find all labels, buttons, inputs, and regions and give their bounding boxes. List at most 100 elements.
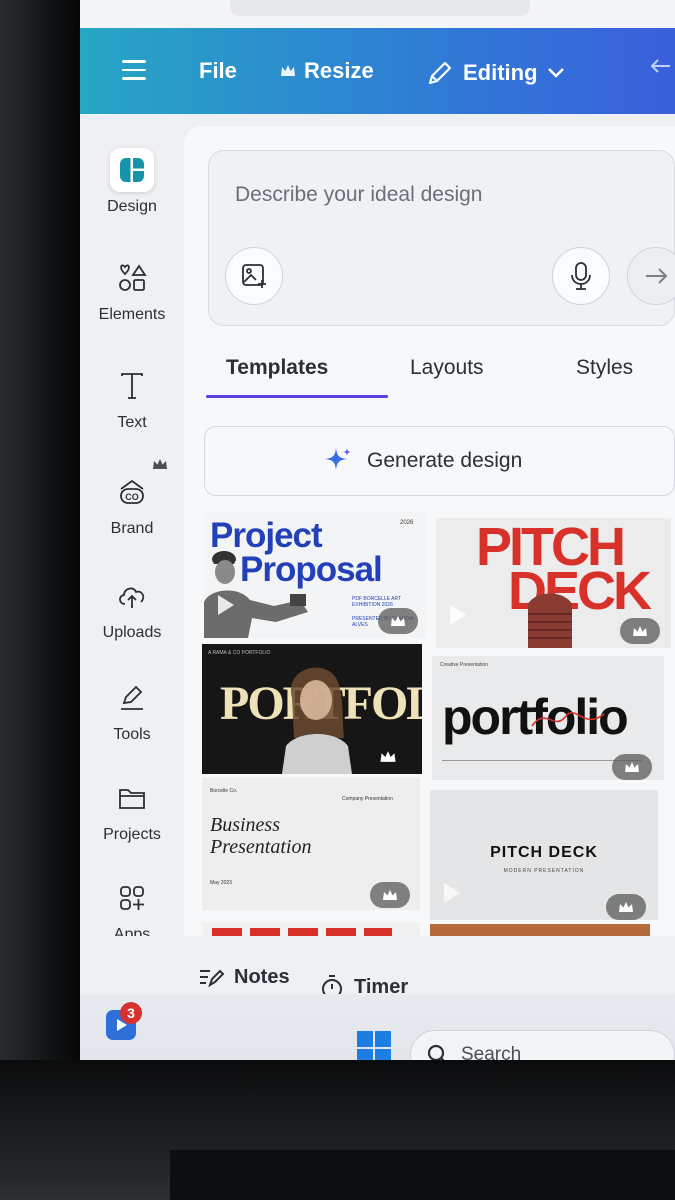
design-prompt-box[interactable]: Describe your ideal design bbox=[208, 150, 675, 326]
apps-grid-icon bbox=[110, 876, 154, 920]
template-year: 2026 bbox=[400, 520, 414, 526]
notes-icon bbox=[200, 969, 224, 987]
template-subtitle: PDF BORCELLE ART EXHIBITION 2026 bbox=[352, 596, 401, 608]
editor-bottom-bar: Notes Timer bbox=[80, 936, 675, 999]
template-card-partial[interactable] bbox=[430, 924, 650, 936]
template-photo-building bbox=[528, 593, 572, 648]
microphone-button[interactable] bbox=[552, 247, 610, 305]
image-add-icon bbox=[242, 264, 266, 288]
generate-design-label: Generate design bbox=[367, 449, 523, 472]
text-icon bbox=[110, 364, 154, 408]
sidebar-item-design[interactable]: Design bbox=[80, 148, 184, 216]
panel-tabs: Templates Layouts Styles bbox=[204, 346, 675, 406]
template-title: PITCH DECK bbox=[490, 844, 598, 861]
premium-badge bbox=[606, 894, 646, 920]
sidebar-item-label: Elements bbox=[98, 306, 166, 323]
template-card-pitch-deck-modern[interactable]: PITCH DECK MODERN PRESENTATION bbox=[430, 790, 658, 920]
editing-label: Editing bbox=[463, 60, 538, 85]
template-top-label: Company Presentation bbox=[342, 796, 393, 802]
sidebar-item-apps[interactable]: Apps bbox=[80, 876, 184, 944]
premium-badge bbox=[378, 608, 418, 634]
sidebar-item-label: Design bbox=[107, 198, 157, 215]
template-top-label: Creative Presentation bbox=[440, 662, 489, 668]
resize-button[interactable]: Resize bbox=[280, 58, 374, 84]
template-date: May 2023 bbox=[210, 880, 232, 886]
sidebar-item-label: Uploads bbox=[102, 624, 162, 641]
sidebar-item-elements[interactable]: Elements bbox=[80, 256, 184, 324]
template-card-project-proposal[interactable]: Project Proposal 2026 PDF BORCELLE ART E… bbox=[204, 512, 426, 638]
microphone-icon bbox=[571, 262, 591, 290]
template-card-business-presentation[interactable]: Borcelle Co. Company Presentation Busine… bbox=[202, 778, 420, 910]
template-company-name: Borcelle Co. bbox=[210, 788, 238, 794]
generate-design-button[interactable]: Generate design bbox=[204, 426, 675, 496]
template-top-label: A RAMA & CO PORTFOLIO bbox=[208, 650, 271, 656]
file-menu-button[interactable]: File bbox=[199, 58, 237, 84]
submit-prompt-button[interactable] bbox=[627, 247, 675, 305]
sidebar-item-label: Tools bbox=[113, 726, 151, 743]
add-image-button[interactable] bbox=[225, 247, 283, 305]
crown-icon bbox=[619, 901, 633, 912]
template-subtitle: MODERN PRESENTATION bbox=[503, 868, 585, 874]
crown-icon bbox=[633, 625, 647, 636]
play-icon bbox=[444, 883, 460, 903]
tab-layouts[interactable]: Layouts bbox=[410, 356, 484, 380]
template-card-pitch-deck[interactable]: PITCH DECK bbox=[436, 518, 671, 648]
crown-icon bbox=[625, 761, 639, 772]
template-signature-decoration bbox=[531, 711, 605, 727]
sidebar-item-label: Projects bbox=[103, 826, 161, 843]
sidebar-item-label: Brand bbox=[110, 520, 154, 537]
sidebar-item-uploads[interactable]: Uploads bbox=[80, 574, 184, 642]
cloud-upload-icon bbox=[110, 574, 154, 618]
premium-badge bbox=[370, 882, 410, 908]
crown-icon bbox=[383, 889, 397, 900]
template-photo-person bbox=[204, 551, 308, 638]
undo-icon[interactable] bbox=[648, 52, 675, 82]
brand-icon: CO bbox=[110, 470, 154, 514]
premium-badge bbox=[612, 754, 652, 780]
template-card-portfolio-dark[interactable]: A RAMA & CO PORTFOLIO PORTFOLIO bbox=[202, 644, 422, 774]
browser-top-strip bbox=[80, 0, 675, 28]
pencil-icon bbox=[428, 61, 452, 85]
browser-tab[interactable] bbox=[230, 0, 530, 16]
crown-icon bbox=[380, 751, 396, 762]
notes-label: Notes bbox=[234, 966, 290, 988]
editor-header: File Resize Editing bbox=[80, 28, 675, 114]
template-title-line1: Business bbox=[210, 814, 280, 836]
shapes-icon bbox=[110, 256, 154, 300]
notification-badge: 3 bbox=[120, 1002, 142, 1024]
screen: File Resize Editing Design Elements Text… bbox=[80, 0, 675, 1105]
hamburger-menu-icon[interactable] bbox=[122, 60, 146, 80]
arrow-right-icon bbox=[646, 268, 668, 284]
design-icon bbox=[110, 148, 154, 192]
sidebar-item-label: Text bbox=[117, 414, 147, 431]
design-panel: Describe your ideal design Templates Lay… bbox=[184, 126, 675, 936]
play-icon bbox=[450, 605, 466, 625]
active-tab-indicator bbox=[206, 395, 388, 398]
file-label: File bbox=[199, 58, 237, 83]
notes-button[interactable]: Notes bbox=[198, 966, 290, 989]
sidebar-item-brand[interactable]: CO Brand bbox=[80, 459, 184, 538]
sparkle-icon bbox=[325, 448, 351, 470]
crown-icon bbox=[391, 615, 405, 626]
template-card-partial[interactable] bbox=[202, 922, 420, 936]
tab-styles[interactable]: Styles bbox=[576, 356, 633, 380]
template-photo-woman bbox=[282, 667, 352, 774]
folder-icon bbox=[110, 776, 154, 820]
sidebar: Design Elements Text CO Brand Uploads To… bbox=[80, 114, 184, 994]
resize-label: Resize bbox=[304, 58, 374, 83]
editing-mode-dropdown[interactable]: Editing bbox=[425, 58, 566, 88]
crown-icon bbox=[281, 65, 295, 76]
premium-badge bbox=[368, 744, 408, 770]
chevron-down-icon bbox=[547, 68, 564, 78]
tab-templates[interactable]: Templates bbox=[226, 356, 328, 380]
sidebar-item-text[interactable]: Text bbox=[80, 364, 184, 432]
sidebar-item-projects[interactable]: Projects bbox=[80, 776, 184, 844]
monitor-stand bbox=[170, 1150, 675, 1200]
crown-icon bbox=[153, 459, 167, 469]
premium-badge bbox=[620, 618, 660, 644]
template-card-portfolio-light[interactable]: Creative Presentation portfolio bbox=[432, 656, 664, 780]
svg-text:CO: CO bbox=[125, 492, 139, 502]
pen-tool-icon bbox=[110, 676, 154, 720]
sidebar-item-tools[interactable]: Tools bbox=[80, 676, 184, 744]
prompt-placeholder[interactable]: Describe your ideal design bbox=[235, 183, 482, 207]
